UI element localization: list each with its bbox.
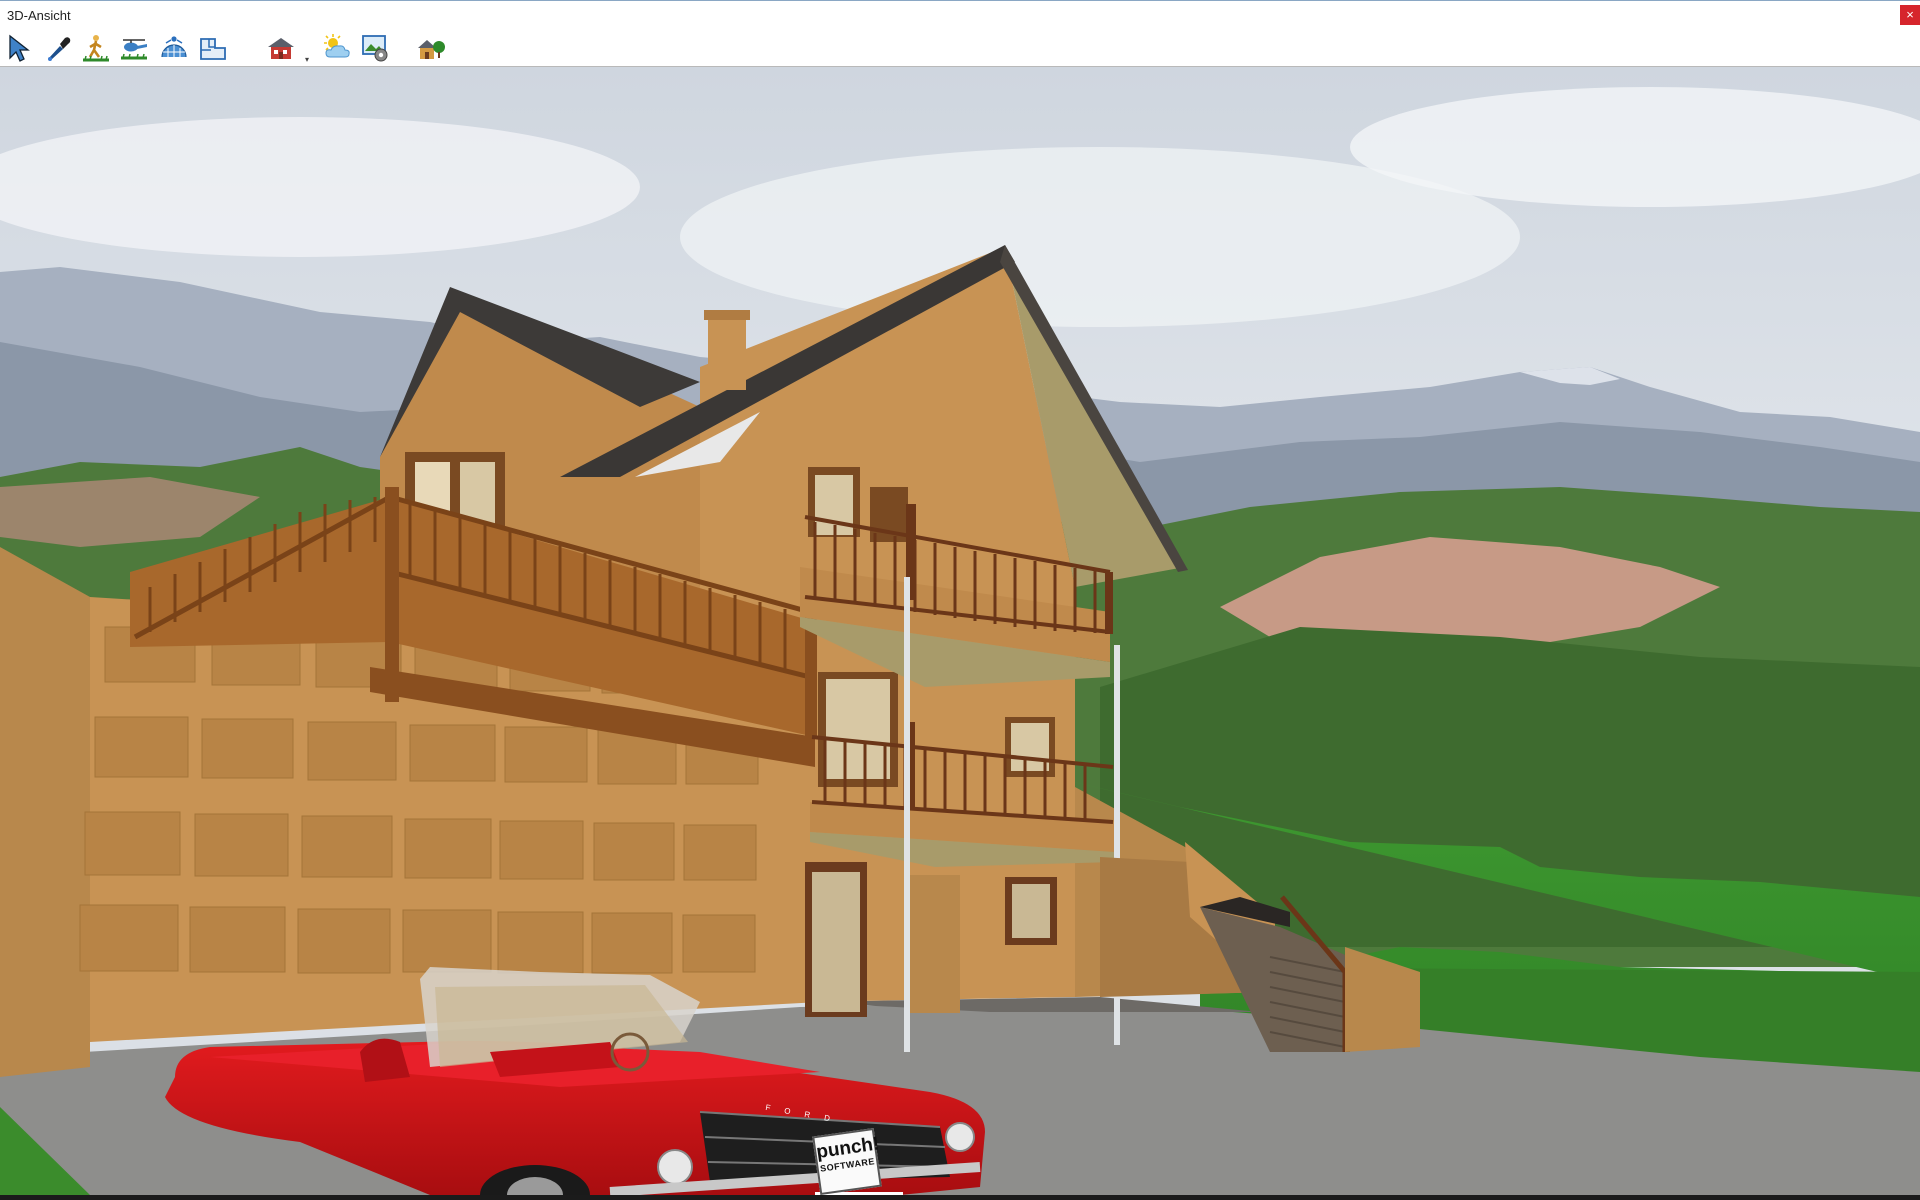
headlight — [945, 1122, 975, 1152]
helicopter-icon — [121, 39, 147, 60]
landscape-tool-button[interactable] — [414, 31, 448, 65]
house-view-dropdown-arrow[interactable]: ▾ — [305, 55, 309, 64]
license-plate-label: punch! SOFTWARE — [812, 1127, 882, 1195]
eyedropper-icon — [48, 37, 71, 61]
window-title: 3D-Ansicht — [7, 8, 71, 23]
toolbar: ▾ — [0, 29, 1920, 67]
floor-plan-icon — [200, 38, 226, 60]
window-titlebar: 3D-Ansicht × — [0, 0, 1920, 29]
select-tool-button[interactable] — [3, 31, 37, 65]
helicopter-tool-button[interactable] — [117, 31, 151, 65]
eyedropper-tool-button[interactable] — [41, 31, 75, 65]
orbit-tool-button[interactable] — [157, 31, 191, 65]
garage-side-wall — [0, 547, 90, 1077]
window-bottom-border — [0, 1195, 1920, 1200]
support-column — [904, 577, 910, 1052]
orbit-globe-icon — [161, 36, 187, 58]
weather-sun-cloud-icon — [324, 34, 350, 58]
close-button[interactable]: × — [1900, 5, 1920, 25]
render-settings-icon — [362, 35, 388, 62]
house-view-icon — [268, 38, 294, 59]
render-settings-tool-button[interactable] — [359, 31, 393, 65]
house-view-tool-button[interactable] — [264, 31, 298, 65]
deck-post — [385, 487, 399, 702]
walk-tool-button[interactable] — [79, 31, 113, 65]
walk-person-icon — [83, 35, 109, 62]
chimney — [708, 315, 746, 390]
landscape-house-icon — [418, 40, 445, 59]
3d-viewport[interactable]: punch! SOFTWARE F O R D — [0, 67, 1920, 1195]
floor-plan-tool-button[interactable] — [196, 31, 230, 65]
weather-tool-button[interactable] — [320, 31, 354, 65]
lower-opening — [908, 875, 960, 1013]
3d-scene-render — [0, 67, 1920, 1195]
headlight — [657, 1149, 693, 1185]
select-arrow-icon — [9, 34, 30, 62]
